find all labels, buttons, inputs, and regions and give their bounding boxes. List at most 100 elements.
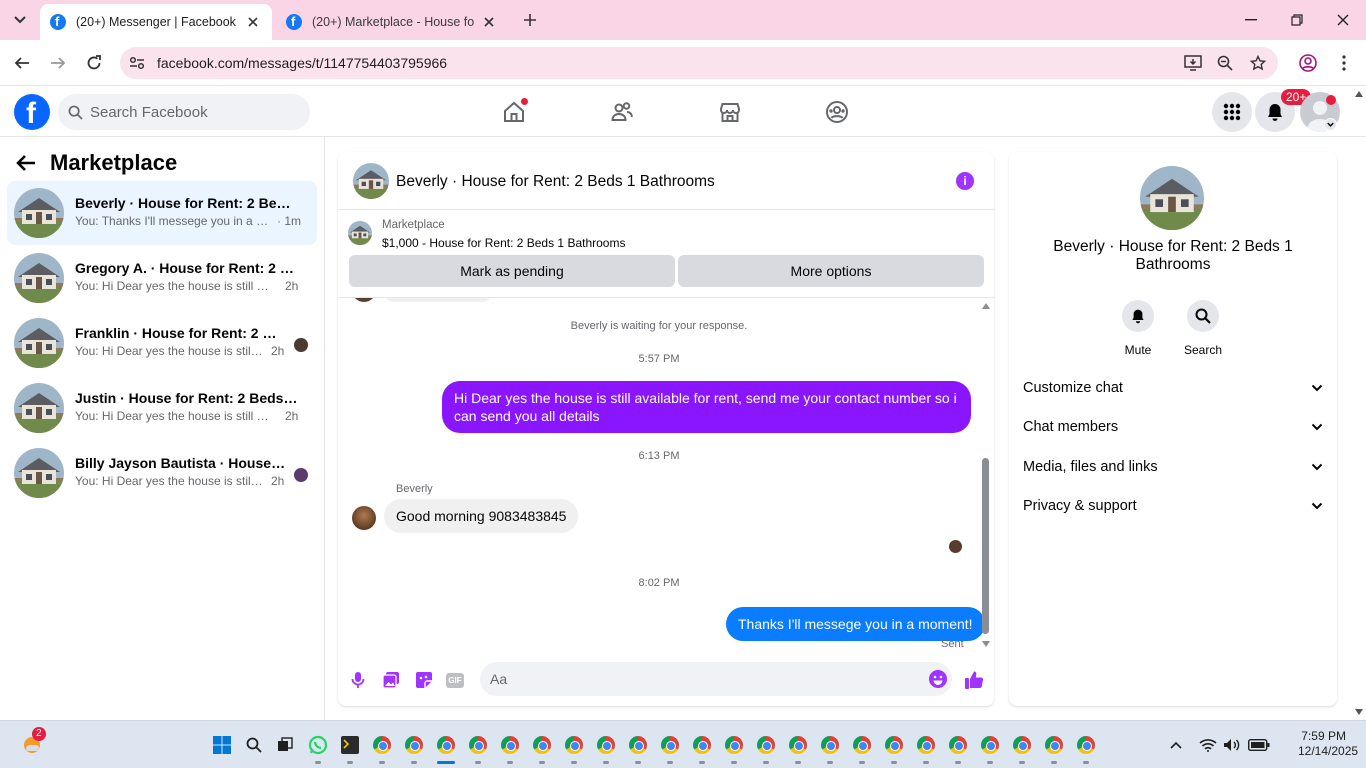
- scrollbar-thumb[interactable]: [982, 458, 989, 634]
- close-tab-icon[interactable]: [480, 13, 498, 31]
- weather-widget[interactable]: 2: [20, 727, 46, 755]
- conversation-item[interactable]: Justin · House for Rent: 2 Beds 1 B... Y…: [7, 376, 317, 440]
- back-button[interactable]: [10, 51, 34, 75]
- account-dropdown-icon[interactable]: [1324, 118, 1337, 131]
- chrome-taskbar-icon[interactable]: [818, 733, 842, 757]
- chrome-taskbar-icon[interactable]: [498, 733, 522, 757]
- friends-nav[interactable]: [608, 98, 636, 126]
- chat-members-section[interactable]: Chat members: [1023, 408, 1323, 446]
- taskbar-search-button[interactable]: [242, 733, 266, 757]
- chrome-taskbar-icon[interactable]: [402, 733, 426, 757]
- chat-avatar[interactable]: [353, 163, 389, 199]
- chrome-taskbar-icon[interactable]: [466, 733, 490, 757]
- gif-icon[interactable]: GIF: [444, 669, 466, 691]
- outgoing-message[interactable]: Thanks I'll messege you in a moment!: [726, 607, 985, 641]
- wifi-button[interactable]: [1196, 733, 1220, 757]
- chrome-taskbar-icon[interactable]: [1042, 733, 1066, 757]
- more-options-button[interactable]: More options: [678, 255, 984, 287]
- chrome-taskbar-icon[interactable]: [370, 733, 394, 757]
- sticker-icon[interactable]: [413, 669, 435, 691]
- back-arrow-icon[interactable]: [16, 154, 36, 172]
- start-button[interactable]: [210, 733, 234, 757]
- browser-menu-button[interactable]: [1332, 51, 1356, 75]
- search-in-conversation-button[interactable]: Search: [1173, 300, 1233, 357]
- chrome-taskbar-icon[interactable]: [754, 733, 778, 757]
- conversation-avatar[interactable]: [1140, 166, 1204, 230]
- conversation-item[interactable]: Franklin · House for Rent: 2 Bed... You:…: [7, 311, 317, 375]
- facebook-search[interactable]: [58, 94, 310, 130]
- browser-tab-marketplace[interactable]: (20+) Marketplace - House for R: [276, 4, 508, 40]
- message-scrollbar[interactable]: [980, 298, 992, 652]
- thumbs-up-icon[interactable]: [963, 669, 985, 691]
- chrome-taskbar-icon[interactable]: [946, 733, 970, 757]
- task-view-button[interactable]: [273, 733, 297, 757]
- close-tab-icon[interactable]: [244, 13, 262, 31]
- info-icon[interactable]: i: [956, 172, 974, 190]
- chrome-taskbar-icon[interactable]: [562, 733, 586, 757]
- scroll-down-icon[interactable]: [982, 641, 990, 647]
- scroll-up-icon[interactable]: [982, 303, 990, 309]
- reload-button[interactable]: [82, 51, 106, 75]
- chrome-taskbar-icon-active[interactable]: [434, 733, 458, 757]
- chat-title[interactable]: Beverly · House for Rent: 2 Beds 1 Bathr…: [396, 173, 715, 191]
- customize-chat-section[interactable]: Customize chat: [1023, 369, 1323, 407]
- sender-avatar[interactable]: [352, 506, 376, 530]
- new-tab-button[interactable]: [520, 10, 540, 30]
- chrome-taskbar-icon[interactable]: [978, 733, 1002, 757]
- forward-button[interactable]: [46, 51, 70, 75]
- message-input[interactable]: [490, 662, 910, 696]
- address-bar[interactable]: facebook.com/messages/t/1147754403795966: [120, 47, 1278, 79]
- facebook-logo[interactable]: f: [14, 94, 50, 130]
- conversation-item[interactable]: Billy Jayson Bautista · House for ... Yo…: [7, 441, 317, 505]
- conversation-item[interactable]: Beverly · House for Rent: 2 Beds 1 ... Y…: [7, 181, 317, 245]
- profile-button[interactable]: [1296, 51, 1320, 75]
- microphone-icon[interactable]: [347, 669, 369, 691]
- incoming-message[interactable]: Good morning 9083483845: [384, 499, 579, 533]
- chrome-taskbar-icon[interactable]: [658, 733, 682, 757]
- browser-tab-messenger[interactable]: (20+) Messenger | Facebook: [40, 4, 272, 40]
- chrome-taskbar-icon[interactable]: [1010, 733, 1034, 757]
- media-files-links-section[interactable]: Media, files and links: [1023, 448, 1323, 486]
- page-scrollbar[interactable]: [1352, 87, 1366, 720]
- conversation-item[interactable]: Gregory A. · House for Rent: 2 Bed... Yo…: [7, 246, 317, 310]
- outgoing-message[interactable]: Hi Dear yes the house is still available…: [442, 381, 971, 433]
- message-input-box[interactable]: [480, 662, 952, 696]
- listing-thumbnail[interactable]: [348, 221, 372, 245]
- chrome-taskbar-icon[interactable]: [1074, 733, 1098, 757]
- tab-search-button[interactable]: [8, 8, 32, 32]
- site-info-icon[interactable]: [128, 54, 146, 72]
- chrome-taskbar-icon[interactable]: [722, 733, 746, 757]
- menu-button[interactable]: [1212, 92, 1252, 132]
- chrome-taskbar-icon[interactable]: [914, 733, 938, 757]
- show-hidden-icons-button[interactable]: [1164, 733, 1188, 757]
- url-text[interactable]: facebook.com/messages/t/1147754403795966: [157, 55, 447, 71]
- search-input[interactable]: [90, 94, 300, 130]
- chrome-taskbar-icon[interactable]: [594, 733, 618, 757]
- scroll-up-icon[interactable]: [1355, 91, 1363, 97]
- mute-button[interactable]: Mute: [1108, 300, 1168, 357]
- chrome-taskbar-icon[interactable]: [786, 733, 810, 757]
- bookmark-star-icon[interactable]: [1249, 54, 1267, 72]
- marketplace-nav[interactable]: [716, 98, 744, 126]
- scroll-down-icon[interactable]: [1355, 709, 1363, 715]
- install-app-icon[interactable]: [1184, 54, 1202, 72]
- close-window-button[interactable]: [1320, 6, 1366, 34]
- terminal-taskbar-icon[interactable]: [338, 733, 362, 757]
- minimize-button[interactable]: [1228, 6, 1274, 34]
- mark-as-pending-button[interactable]: Mark as pending: [349, 255, 675, 287]
- zoom-icon[interactable]: [1216, 54, 1234, 72]
- volume-button[interactable]: [1220, 733, 1244, 757]
- chrome-taskbar-icon[interactable]: [626, 733, 650, 757]
- privacy-support-section[interactable]: Privacy & support: [1023, 487, 1323, 525]
- battery-button[interactable]: [1247, 733, 1271, 757]
- chrome-taskbar-icon[interactable]: [530, 733, 554, 757]
- chrome-taskbar-icon[interactable]: [690, 733, 714, 757]
- chrome-taskbar-icon[interactable]: [850, 733, 874, 757]
- emoji-icon[interactable]: [928, 669, 948, 689]
- home-nav[interactable]: [500, 98, 528, 126]
- groups-nav[interactable]: [823, 98, 851, 126]
- listing-price[interactable]: $1,000 - House for Rent: 2 Beds 1 Bathro…: [382, 236, 625, 250]
- whatsapp-taskbar-icon[interactable]: [306, 733, 330, 757]
- system-clock[interactable]: 7:59 PM 12/14/2025: [1298, 729, 1358, 759]
- restore-button[interactable]: [1274, 6, 1320, 34]
